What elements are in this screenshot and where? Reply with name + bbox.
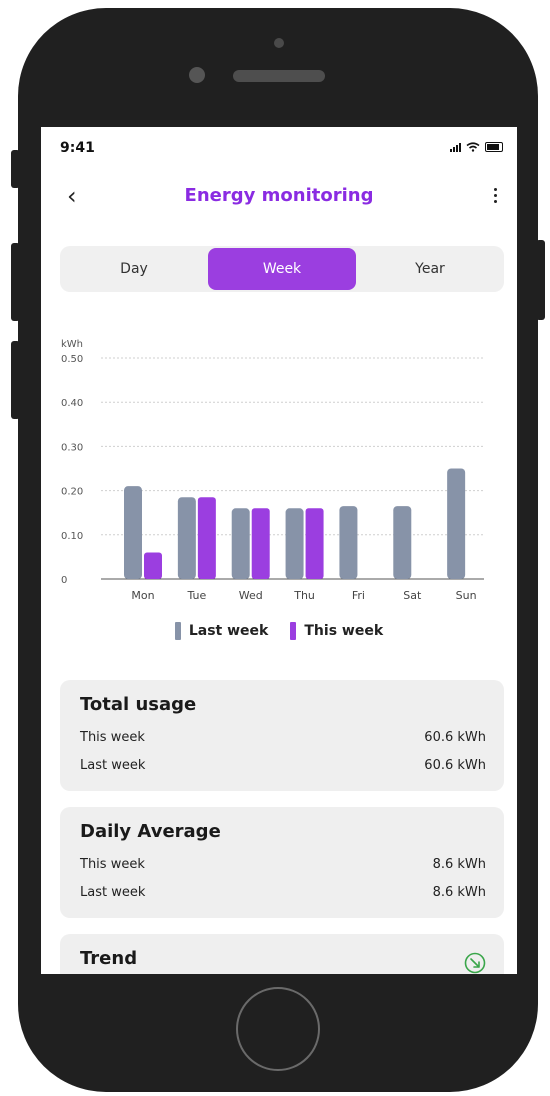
battery-icon bbox=[485, 142, 503, 152]
front-camera bbox=[189, 67, 205, 83]
y-tick-label: 0.30 bbox=[61, 442, 83, 453]
bar-last-week bbox=[339, 506, 358, 579]
tab-week[interactable]: Week bbox=[208, 248, 356, 290]
bar-this-week bbox=[305, 508, 324, 579]
row-label: Last week bbox=[80, 885, 146, 900]
row-value: 60.6 kWh bbox=[424, 758, 486, 773]
app-screen: 9:41 ‹ Energy monitoring Day Week Year k… bbox=[41, 127, 517, 974]
legend-label-this-week: This week bbox=[304, 623, 384, 639]
total-usage-last-week-row: Last week 60.6 kWh bbox=[80, 758, 486, 773]
more-vertical-icon[interactable] bbox=[487, 185, 503, 205]
camera-dot bbox=[274, 38, 284, 48]
y-tick-label: 0.50 bbox=[61, 354, 83, 365]
page-title: Energy monitoring bbox=[184, 185, 374, 206]
bar-last-week bbox=[285, 508, 304, 579]
bar-last-week bbox=[177, 497, 196, 579]
daily-average-last-week-row: Last week 8.6 kWh bbox=[80, 885, 486, 900]
signal-icon bbox=[450, 142, 461, 152]
row-label: This week bbox=[80, 730, 145, 745]
total-usage-this-week-row: This week 60.6 kWh bbox=[80, 730, 486, 745]
x-tick-label: Mon bbox=[131, 589, 154, 602]
row-value: 8.6 kWh bbox=[432, 857, 486, 872]
trend-title: Trend bbox=[80, 948, 138, 969]
row-value: 60.6 kWh bbox=[424, 730, 486, 745]
wifi-icon bbox=[466, 142, 480, 152]
row-label: This week bbox=[80, 857, 145, 872]
earpiece-speaker bbox=[233, 70, 325, 82]
daily-average-card: Daily Average This week 8.6 kWh Last wee… bbox=[60, 807, 504, 918]
total-usage-title: Total usage bbox=[80, 694, 197, 715]
legend-swatch-this-week bbox=[290, 622, 297, 640]
row-value: 8.6 kWh bbox=[432, 885, 486, 900]
trend-card[interactable]: Trend bbox=[60, 934, 504, 974]
energy-bar-chart: kWh 0.50 0.40 0.30 0.20 0.10 0 Mon Tue Wed Thu Fri S… bbox=[61, 339, 484, 602]
x-tick-label: Wed bbox=[239, 589, 263, 602]
bar-this-week bbox=[144, 552, 162, 579]
y-tick-label: 0.20 bbox=[61, 487, 83, 498]
legend-label-last-week: Last week bbox=[188, 623, 269, 639]
chart-legend: Last week This week bbox=[41, 622, 517, 640]
daily-average-this-week-row: This week 8.6 kWh bbox=[80, 857, 486, 872]
y-tick-label: 0.40 bbox=[61, 398, 83, 409]
x-tick-label: Thu bbox=[293, 589, 315, 602]
status-time: 9:41 bbox=[60, 140, 95, 156]
bar-this-week bbox=[197, 497, 216, 579]
legend-last-week: Last week bbox=[174, 622, 269, 640]
x-tick-label: Fri bbox=[352, 589, 365, 602]
bar-last-week bbox=[447, 468, 466, 579]
daily-average-title: Daily Average bbox=[80, 821, 221, 842]
x-tick-label: Sun bbox=[456, 589, 477, 602]
tab-day[interactable]: Day bbox=[60, 248, 208, 290]
status-icons bbox=[450, 141, 503, 153]
trend-down-icon bbox=[464, 952, 486, 974]
legend-this-week: This week bbox=[290, 622, 383, 640]
row-label: Last week bbox=[80, 758, 146, 773]
bar-last-week bbox=[124, 486, 142, 579]
bar-this-week bbox=[251, 508, 270, 579]
legend-swatch-last-week bbox=[174, 622, 181, 640]
y-tick-label: 0.10 bbox=[61, 531, 83, 542]
y-axis-unit-label: kWh bbox=[61, 339, 83, 350]
x-tick-label: Tue bbox=[186, 589, 206, 602]
bar-last-week bbox=[393, 506, 412, 579]
x-tick-label: Sat bbox=[403, 589, 422, 602]
y-tick-label: 0 bbox=[61, 575, 67, 586]
home-button[interactable] bbox=[236, 987, 320, 1071]
total-usage-card: Total usage This week 60.6 kWh Last week… bbox=[60, 680, 504, 791]
tab-year[interactable]: Year bbox=[356, 248, 504, 290]
period-segmented-control: Day Week Year bbox=[60, 246, 504, 292]
bar-last-week bbox=[231, 508, 250, 579]
